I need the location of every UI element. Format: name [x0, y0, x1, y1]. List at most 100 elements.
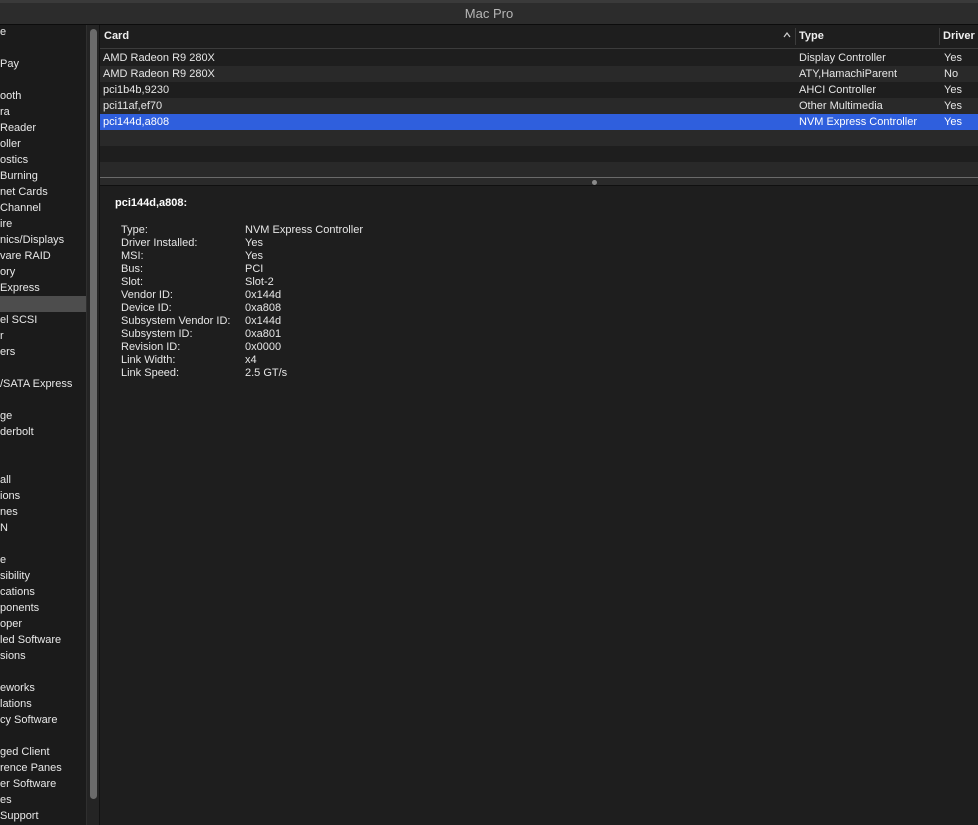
sidebar-item[interactable]: led Software: [0, 632, 86, 648]
sidebar-item[interactable]: es: [0, 792, 86, 808]
detail-value: 0xa808: [245, 302, 282, 314]
table-row[interactable]: pci144d,a808 NVM Express Controller Yes: [100, 114, 978, 130]
sidebar-item[interactable]: all: [0, 472, 86, 488]
sidebar-item[interactable]: er Software: [0, 776, 86, 792]
sidebar-item[interactable]: el SCSI: [0, 312, 86, 328]
sidebar-item[interactable]: /SATA Express: [0, 376, 86, 392]
sidebar-scroll-thumb[interactable]: [90, 29, 97, 799]
sidebar-item-label: /SATA Express: [0, 378, 73, 390]
detail-key: Vendor ID:: [121, 289, 173, 301]
sidebar-item[interactable]: nics/Displays: [0, 232, 86, 248]
split-view-divider[interactable]: [100, 177, 978, 186]
detail-value: Yes: [245, 237, 263, 249]
sidebar-item[interactable]: ponents: [0, 600, 86, 616]
sidebar-item-label: ers: [0, 346, 16, 358]
sidebar-item[interactable]: rence Panes: [0, 760, 86, 776]
detail-key: Subsystem ID:: [121, 328, 193, 340]
sidebar-item[interactable]: [0, 728, 86, 744]
sidebar-item[interactable]: Support: [0, 808, 86, 824]
detail-value: 2.5 GT/s: [245, 367, 288, 379]
cell-card: pci11af,ef70: [103, 100, 163, 112]
sidebar: e Pay ooth ra Reader oller ostics Burning net C…: [0, 25, 86, 825]
sidebar-item[interactable]: Reader: [0, 120, 86, 136]
empty-table-row: [100, 146, 978, 162]
column-header-driver[interactable]: Driver: [943, 25, 975, 48]
sidebar-item-label: vare RAID: [0, 250, 51, 262]
column-header-type[interactable]: Type: [799, 25, 824, 48]
sidebar-item-label: ged Client: [0, 746, 50, 758]
sidebar-item[interactable]: Pay: [0, 56, 86, 72]
table-row[interactable]: AMD Radeon R9 280X Display Controller Yes: [100, 50, 978, 66]
sidebar-item[interactable]: [0, 296, 86, 312]
sidebar-scrollbar[interactable]: [86, 25, 100, 825]
detail-value: Slot-2: [245, 276, 274, 288]
sidebar-item[interactable]: [0, 456, 86, 472]
sidebar-item[interactable]: e: [0, 552, 86, 568]
cell-driver: Yes: [944, 52, 962, 64]
cell-type: AHCI Controller: [799, 84, 877, 96]
sidebar-item[interactable]: sions: [0, 648, 86, 664]
detail-row: Slot: Slot-2: [121, 276, 521, 289]
sidebar-item[interactable]: cations: [0, 584, 86, 600]
sidebar-item[interactable]: Burning: [0, 168, 86, 184]
sidebar-item[interactable]: nes: [0, 504, 86, 520]
sidebar-item[interactable]: vare RAID: [0, 248, 86, 264]
sidebar-item[interactable]: [0, 664, 86, 680]
table-row[interactable]: pci1b4b,9230 AHCI Controller Yes: [100, 82, 978, 98]
sidebar-item[interactable]: ge: [0, 408, 86, 424]
sidebar-item[interactable]: eworks: [0, 680, 86, 696]
sidebar-item[interactable]: ostics: [0, 152, 86, 168]
sidebar-item[interactable]: [0, 440, 86, 456]
sidebar-item[interactable]: [0, 72, 86, 88]
sidebar-item[interactable]: [0, 536, 86, 552]
sidebar-item-label: nics/Displays: [0, 234, 65, 246]
sidebar-item[interactable]: ers: [0, 344, 86, 360]
sidebar-item[interactable]: [0, 40, 86, 56]
sidebar-item-label: Support: [0, 810, 39, 822]
sidebar-item-label: ire: [0, 218, 13, 230]
detail-key: Type:: [121, 224, 148, 236]
sidebar-item[interactable]: cy Software: [0, 712, 86, 728]
sidebar-item[interactable]: oller: [0, 136, 86, 152]
sidebar-item[interactable]: Channel: [0, 200, 86, 216]
column-divider[interactable]: [795, 28, 796, 45]
sidebar-item[interactable]: r: [0, 328, 86, 344]
cell-type: NVM Express Controller: [799, 116, 917, 128]
detail-key: MSI:: [121, 250, 144, 262]
sidebar-item[interactable]: [0, 392, 86, 408]
sidebar-item[interactable]: ions: [0, 488, 86, 504]
sidebar-item[interactable]: ra: [0, 104, 86, 120]
sidebar-item[interactable]: oper: [0, 616, 86, 632]
detail-key: Driver Installed:: [121, 237, 198, 249]
sidebar-item[interactable]: N: [0, 520, 86, 536]
table-row[interactable]: pci11af,ef70 Other Multimedia Yes: [100, 98, 978, 114]
sidebar-item[interactable]: e: [0, 25, 86, 40]
sidebar-item[interactable]: ory: [0, 264, 86, 280]
sidebar-item[interactable]: sibility: [0, 568, 86, 584]
sidebar-item[interactable]: ire: [0, 216, 86, 232]
sidebar-item[interactable]: ooth: [0, 88, 86, 104]
table-row[interactable]: AMD Radeon R9 280X ATY,HamachiParent No: [100, 66, 978, 82]
column-header-card[interactable]: Card: [104, 25, 129, 48]
chevron-up-icon[interactable]: [782, 30, 792, 40]
sidebar-item[interactable]: derbolt: [0, 424, 86, 440]
sidebar-item[interactable]: ged Client: [0, 744, 86, 760]
cell-driver: Yes: [944, 84, 962, 96]
sidebar-item-label: e: [0, 554, 7, 566]
sidebar-item-label: ooth: [0, 90, 22, 102]
sidebar-item-label: ra: [0, 106, 10, 118]
sidebar-item-label: ge: [0, 410, 13, 422]
detail-row: Bus: PCI: [121, 263, 521, 276]
splitter-handle-icon[interactable]: [592, 180, 597, 185]
column-divider[interactable]: [939, 28, 940, 45]
detail-row: MSI: Yes: [121, 250, 521, 263]
table-header: Card Type Driver: [100, 25, 978, 49]
sidebar-item[interactable]: [0, 360, 86, 376]
cell-card: pci1b4b,9230: [103, 84, 170, 96]
sidebar-item[interactable]: Express: [0, 280, 86, 296]
detail-row: Device ID: 0xa808: [121, 302, 521, 315]
sidebar-item-label: Express: [0, 282, 40, 294]
detail-row: Link Width: x4: [121, 354, 521, 367]
sidebar-item[interactable]: net Cards: [0, 184, 86, 200]
sidebar-item[interactable]: lations: [0, 696, 86, 712]
